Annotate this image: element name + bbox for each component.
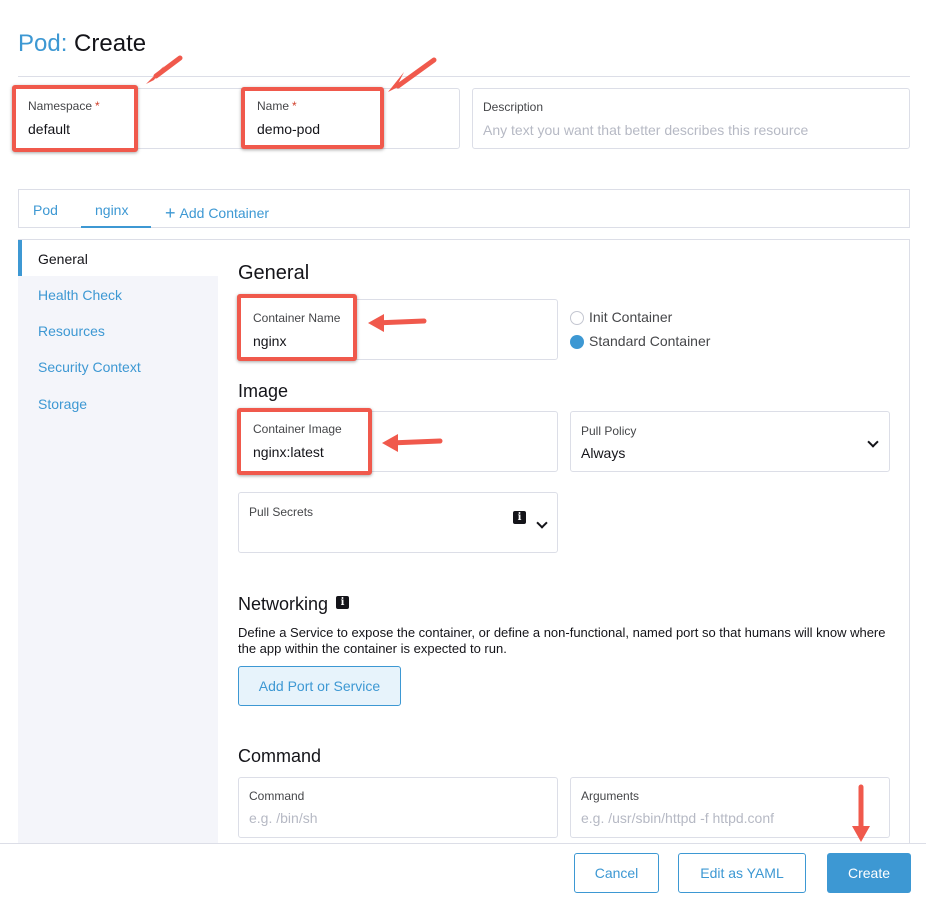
command-placeholder: e.g. /bin/sh xyxy=(249,810,318,826)
container-image-label: Container Image xyxy=(253,422,342,436)
pull-secrets-label: Pull Secrets xyxy=(249,505,314,519)
add-port-button[interactable]: Add Port or Service xyxy=(238,666,401,706)
container-image-input[interactable]: Container Image nginx:latest xyxy=(237,408,372,475)
chevron-down-icon xyxy=(867,436,879,448)
pull-secrets-select[interactable]: Pull Secrets i xyxy=(238,492,558,553)
container-tabs: Pod nginx + Add Container xyxy=(18,189,910,228)
container-image-value: nginx:latest xyxy=(253,444,324,460)
title-divider xyxy=(18,76,910,77)
tab-pod[interactable]: Pod xyxy=(33,202,58,218)
info-icon[interactable]: i xyxy=(336,596,349,609)
container-name-value: nginx xyxy=(253,333,287,349)
standard-container-radio[interactable] xyxy=(570,335,584,349)
command-heading: Command xyxy=(238,746,322,766)
tab-nginx[interactable]: nginx xyxy=(95,202,128,218)
standard-container-label: Standard Container xyxy=(589,333,711,349)
pull-policy-label: Pull Policy xyxy=(581,424,637,438)
sidebar-item-resources[interactable]: Resources xyxy=(38,323,105,339)
description-input[interactable]: Any text you want that better describes … xyxy=(483,122,808,138)
image-heading: Image xyxy=(238,381,289,401)
active-tab-indicator xyxy=(81,226,151,228)
container-name-label: Container Name xyxy=(253,311,341,325)
arguments-placeholder: e.g. /usr/sbin/httpd -f httpd.conf xyxy=(581,810,774,826)
command-label: Command xyxy=(249,789,305,803)
page-title: Pod: Create xyxy=(18,30,146,58)
init-container-label: Init Container xyxy=(589,309,673,325)
networking-description: Define a Service to expose the container… xyxy=(238,625,886,656)
description-label: Description xyxy=(483,100,544,114)
sidebar-item-health-check[interactable]: Health Check xyxy=(38,287,122,303)
plus-icon: + xyxy=(165,203,176,223)
info-icon[interactable]: i xyxy=(513,511,526,524)
general-heading: General xyxy=(238,262,310,284)
command-input[interactable]: Command e.g. /bin/sh xyxy=(238,777,558,838)
annotation-arrowhead-namespace xyxy=(146,66,164,84)
sidebar-active-indicator xyxy=(18,240,22,276)
cancel-button[interactable]: Cancel xyxy=(574,853,659,893)
arguments-input[interactable]: Arguments e.g. /usr/sbin/httpd -f httpd.… xyxy=(570,777,890,838)
pull-policy-select[interactable]: Pull Policy Always xyxy=(570,411,890,472)
sidebar-item-security-context[interactable]: Security Context xyxy=(38,359,141,375)
sidebar-item-storage[interactable]: Storage xyxy=(38,396,87,412)
container-name-input[interactable]: Container Name nginx xyxy=(237,294,357,361)
name-label: Name * xyxy=(257,99,297,113)
create-button[interactable]: Create xyxy=(827,853,911,893)
pull-policy-value: Always xyxy=(581,445,626,461)
resource-type: Pod: xyxy=(18,30,68,57)
page-action: Create xyxy=(74,30,147,57)
namespace-select[interactable]: Namespace * default xyxy=(12,85,138,152)
edit-yaml-button[interactable]: Edit as YAML xyxy=(678,853,806,893)
add-container-tab[interactable]: + Add Container xyxy=(165,202,269,223)
arguments-label: Arguments xyxy=(581,789,640,803)
init-container-radio[interactable] xyxy=(570,311,584,325)
description-field[interactable]: Description Any text you want that bette… xyxy=(472,88,910,149)
sidebar-item-general[interactable]: General xyxy=(38,251,88,267)
networking-heading: Networking xyxy=(238,594,329,614)
annotation-arrow-name xyxy=(395,57,437,89)
namespace-value: default xyxy=(28,121,71,137)
namespace-label: Namespace * xyxy=(28,99,100,113)
chevron-down-icon xyxy=(536,517,548,529)
name-value: demo-pod xyxy=(257,121,321,137)
name-input[interactable]: Name * demo-pod xyxy=(241,87,384,149)
annotation-arrow-namespace xyxy=(153,55,183,79)
